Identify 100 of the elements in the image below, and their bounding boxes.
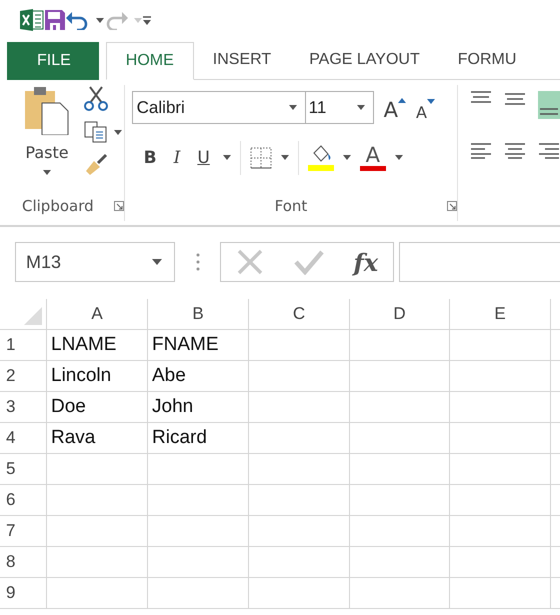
table-cell[interactable] (148, 516, 249, 547)
column-header[interactable]: E (450, 299, 551, 330)
table-cell[interactable] (350, 578, 450, 609)
table-cell[interactable] (450, 361, 551, 392)
table-cell[interactable] (450, 578, 551, 609)
table-cell[interactable] (350, 547, 450, 578)
row-header[interactable]: 5 (0, 454, 47, 485)
caret-icon[interactable] (356, 105, 365, 110)
ribbon-tab[interactable]: FORMU (438, 40, 536, 80)
insert-function-button[interactable]: fx (353, 248, 378, 276)
table-cell[interactable] (350, 392, 450, 423)
table-cell[interactable] (47, 578, 148, 609)
align-left-icon[interactable] (470, 143, 492, 159)
align-right-icon[interactable] (538, 143, 560, 159)
table-cell[interactable] (450, 516, 551, 547)
align-top-icon[interactable] (470, 91, 492, 105)
caret-icon[interactable] (280, 155, 289, 160)
dialog-launcher-icon[interactable] (114, 201, 124, 211)
table-cell[interactable] (249, 485, 350, 516)
name-box[interactable]: M13 (15, 242, 175, 282)
column-header[interactable]: B (148, 299, 249, 330)
spreadsheet-app-icon[interactable] (20, 8, 44, 32)
table-cell[interactable] (148, 454, 249, 485)
row-header[interactable]: 7 (0, 516, 47, 547)
table-cell[interactable] (47, 547, 148, 578)
row-header[interactable]: 8 (0, 547, 47, 578)
ribbon-tab[interactable]: PAGE LAYOUT (290, 40, 439, 80)
table-cell[interactable] (47, 485, 148, 516)
table-cell[interactable] (249, 392, 350, 423)
clipboard-icon[interactable] (24, 85, 70, 135)
scissors-icon[interactable] (84, 85, 108, 111)
ribbon-tab[interactable]: INSERT (194, 40, 290, 80)
table-cell[interactable] (350, 485, 450, 516)
table-cell[interactable] (350, 423, 450, 454)
italic-button[interactable]: I (170, 148, 184, 168)
table-cell[interactable] (148, 485, 249, 516)
row-header[interactable]: 2 (0, 361, 47, 392)
table-cell[interactable]: John (148, 392, 249, 423)
shrink-font-button[interactable]: A (416, 104, 427, 120)
ribbon-tab[interactable]: HOME (106, 42, 194, 80)
fill-color-icon[interactable] (308, 144, 334, 170)
row-header[interactable]: 4 (0, 423, 47, 454)
column-header[interactable]: A (47, 299, 148, 330)
customize-icon[interactable] (142, 15, 152, 25)
align-middle-icon[interactable] (504, 91, 526, 105)
formula-input-field[interactable] (399, 242, 560, 282)
table-cell[interactable]: Lincoln (47, 361, 148, 392)
copy-icon[interactable] (84, 121, 108, 143)
cancel-icon[interactable] (236, 249, 264, 275)
caret-icon[interactable] (288, 105, 297, 110)
select-all-triangle-icon[interactable] (24, 307, 42, 325)
align-center-icon[interactable] (504, 143, 526, 159)
caret-icon[interactable] (96, 18, 104, 22)
table-cell[interactable] (350, 516, 450, 547)
table-cell[interactable]: FNAME (148, 330, 249, 361)
table-cell[interactable] (249, 330, 350, 361)
table-cell[interactable] (148, 547, 249, 578)
font-name-field[interactable]: Calibri (132, 91, 306, 124)
table-cell[interactable] (450, 454, 551, 485)
table-cell[interactable] (249, 516, 350, 547)
caret-icon[interactable] (342, 155, 351, 160)
checkmark-icon[interactable] (294, 249, 324, 275)
underline-button[interactable]: U (193, 148, 214, 168)
row-header[interactable]: 9 (0, 578, 47, 609)
paintbrush-icon[interactable] (84, 153, 108, 177)
table-cell[interactable] (350, 454, 450, 485)
grip-icon[interactable] (196, 253, 200, 271)
table-cell[interactable] (450, 330, 551, 361)
table-cell[interactable] (47, 516, 148, 547)
table-cell[interactable]: Doe (47, 392, 148, 423)
caret-icon[interactable] (394, 155, 403, 160)
caret-icon[interactable] (114, 130, 122, 134)
row-header[interactable]: 1 (0, 330, 47, 361)
row-header[interactable]: 6 (0, 485, 47, 516)
undo-icon[interactable] (66, 10, 90, 30)
table-cell[interactable]: LNAME (47, 330, 148, 361)
table-cell[interactable]: Abe (148, 361, 249, 392)
column-header[interactable]: C (249, 299, 350, 330)
row-header[interactable]: 3 (0, 392, 47, 423)
table-cell[interactable] (450, 423, 551, 454)
caret-icon[interactable] (43, 170, 51, 175)
ribbon-tab[interactable]: FILE (7, 42, 99, 80)
table-cell[interactable] (249, 547, 350, 578)
table-cell[interactable] (450, 485, 551, 516)
table-cell[interactable] (249, 578, 350, 609)
table-cell[interactable]: Rava (47, 423, 148, 454)
table-cell[interactable] (249, 454, 350, 485)
table-cell[interactable] (450, 547, 551, 578)
font-color-button[interactable]: A (360, 144, 386, 170)
table-cell[interactable] (47, 454, 148, 485)
font-size-field[interactable]: 11 (306, 91, 374, 124)
grow-font-button[interactable]: A (384, 100, 398, 121)
bold-button[interactable]: B (140, 148, 161, 168)
table-cell[interactable] (249, 423, 350, 454)
table-cell[interactable]: Ricard (148, 423, 249, 454)
table-cell[interactable] (148, 578, 249, 609)
table-cell[interactable] (350, 330, 450, 361)
table-cell[interactable] (350, 361, 450, 392)
table-cell[interactable] (450, 392, 551, 423)
dialog-launcher-icon[interactable] (447, 201, 458, 211)
